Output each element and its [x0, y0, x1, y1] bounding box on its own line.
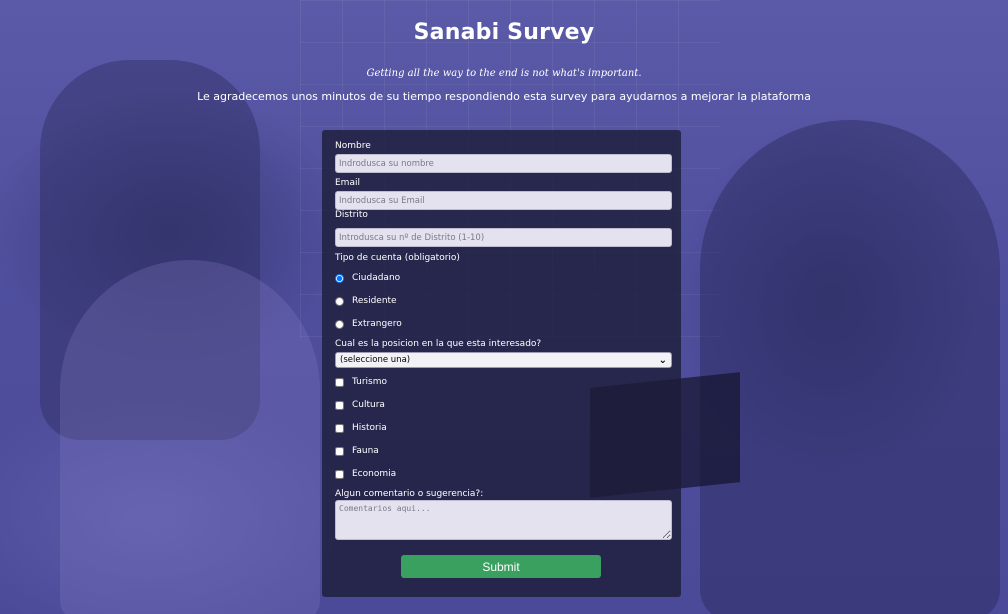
checkbox-fauna[interactable]	[335, 446, 344, 456]
radio-option-residente[interactable]: Residente	[335, 294, 397, 308]
checkbox-option-economia[interactable]: Economia	[335, 467, 396, 481]
district-label: Distrito	[335, 210, 368, 220]
comments-label: Algun comentario o sugerencia?:	[335, 489, 484, 499]
name-label: Nombre	[335, 141, 371, 151]
tagline: Getting all the way to the end is not wh…	[366, 68, 642, 79]
position-select[interactable]: (seleccione una) ⌄	[335, 352, 672, 368]
account-type-label: Tipo de cuenta (obligatorio)	[335, 253, 460, 263]
comments-textarea[interactable]	[335, 500, 672, 540]
radio-label: Ciudadano	[352, 273, 401, 283]
checkbox-label: Fauna	[352, 446, 379, 456]
checkbox-historia[interactable]	[335, 423, 344, 433]
radio-ciudadano[interactable]	[335, 273, 344, 283]
position-select-value: (seleccione una)	[340, 355, 411, 365]
radio-option-extrangero[interactable]: Extrangero	[335, 317, 402, 331]
radio-label: Residente	[352, 296, 397, 306]
checkbox-option-fauna[interactable]: Fauna	[335, 444, 379, 458]
district-input[interactable]	[335, 228, 672, 247]
radio-extrangero[interactable]	[335, 319, 344, 329]
position-label: Cual es la posicion en la que esta inter…	[335, 339, 542, 349]
name-input[interactable]	[335, 154, 672, 173]
checkbox-economia[interactable]	[335, 469, 344, 479]
checkbox-option-turismo[interactable]: Turismo	[335, 375, 387, 389]
checkbox-label: Turismo	[352, 377, 387, 387]
checkbox-option-cultura[interactable]: Cultura	[335, 398, 385, 412]
checkbox-label: Historia	[352, 423, 387, 433]
checkbox-label: Cultura	[352, 400, 385, 410]
checkbox-cultura[interactable]	[335, 400, 344, 410]
description: Le agradecemos unos minutos de su tiempo…	[197, 90, 811, 103]
submit-button[interactable]: Submit	[401, 555, 601, 578]
email-input[interactable]	[335, 191, 672, 210]
checkbox-label: Economia	[352, 469, 397, 479]
radio-label: Extrangero	[352, 319, 402, 329]
radio-residente[interactable]	[335, 296, 344, 306]
survey-form: Nombre Email Distrito Tipo de cuenta (ob…	[322, 130, 681, 597]
radio-option-ciudadano[interactable]: Ciudadano	[335, 271, 400, 285]
checkbox-turismo[interactable]	[335, 377, 344, 387]
email-label: Email	[335, 178, 360, 188]
chevron-down-icon: ⌄	[658, 354, 667, 366]
checkbox-option-historia[interactable]: Historia	[335, 421, 387, 435]
page-title: Sanabi Survey	[413, 20, 595, 45]
